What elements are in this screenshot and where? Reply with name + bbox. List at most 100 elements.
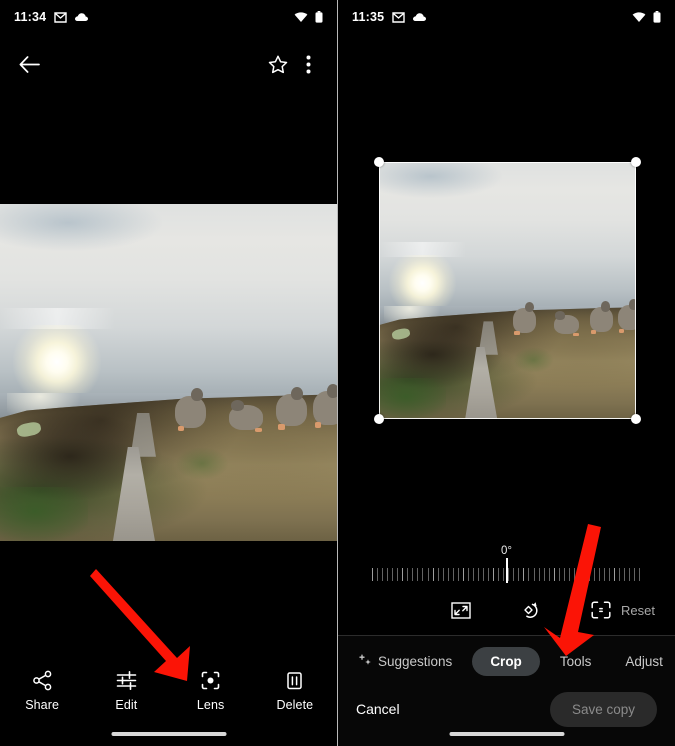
tab-crop[interactable]: Crop [472, 646, 540, 676]
dial-tick [589, 567, 591, 581]
dial-tick [563, 567, 565, 581]
goose-head [327, 383, 337, 398]
photo-sun [389, 254, 457, 312]
goose-beak [591, 330, 597, 335]
dial-tick [382, 567, 384, 581]
delete-label: Delete [276, 698, 314, 712]
share-icon [32, 670, 53, 691]
photo-green-patch [0, 487, 88, 541]
dial-tick [397, 567, 399, 581]
aspect-ratio-icon [451, 601, 471, 619]
lens-button[interactable]: Lens [169, 670, 253, 712]
dial-tick [508, 567, 510, 581]
dial-tick [493, 567, 495, 581]
goose [229, 399, 263, 432]
editor-mode-tabs: Suggestions Crop Tools Adjust [338, 636, 675, 686]
dial-tick [447, 567, 449, 581]
goose-head [191, 387, 204, 402]
status-bar-right: 11:35 [338, 0, 675, 34]
share-label: Share [25, 698, 60, 712]
auto-straighten-button[interactable] [588, 597, 614, 623]
rotate-icon [521, 601, 542, 620]
crop-handle-top-right[interactable] [631, 157, 641, 167]
goose [512, 302, 536, 336]
favorite-button[interactable] [263, 49, 293, 79]
dial-tick [533, 567, 535, 581]
photo-green-patch-2 [175, 446, 230, 481]
crop-handle-top-left[interactable] [374, 157, 384, 167]
goose-head [600, 301, 611, 312]
crop-handle-bottom-left[interactable] [374, 414, 384, 424]
crop-handle-bottom-right[interactable] [631, 414, 641, 424]
back-button[interactable] [14, 49, 44, 79]
share-button[interactable]: Share [0, 670, 84, 712]
cancel-button[interactable]: Cancel [356, 701, 400, 717]
overflow-menu-button[interactable] [293, 49, 323, 79]
rotation-value: 0° [501, 545, 512, 557]
photo-artwork [0, 204, 337, 541]
gmail-icon [392, 11, 405, 23]
dial-tick [483, 567, 485, 581]
home-indicator[interactable] [111, 732, 226, 736]
reset-button[interactable]: Reset [621, 603, 655, 618]
dial-tick [538, 567, 540, 581]
goose-beak [618, 328, 624, 333]
edit-label: Edit [115, 698, 138, 712]
dial-tick [372, 567, 373, 581]
aspect-ratio-button[interactable] [448, 597, 474, 623]
status-time: 11:34 [14, 10, 47, 24]
status-right-icons [294, 11, 323, 23]
dial-tick [467, 567, 469, 581]
dial-tick [513, 567, 515, 581]
dial-tick [462, 567, 464, 581]
goose-head [554, 311, 566, 320]
photo-green-patch-2 [512, 347, 554, 373]
dial-tick [518, 567, 520, 581]
dial-tick [543, 567, 545, 581]
goose-beak [573, 332, 579, 336]
home-indicator[interactable] [449, 732, 564, 736]
lens-icon [200, 670, 221, 691]
edit-button[interactable]: Edit [84, 670, 168, 712]
star-outline-icon [268, 55, 288, 74]
goose-beak [278, 424, 285, 430]
rotate-button[interactable] [518, 597, 544, 623]
tab-crop-label: Crop [490, 653, 522, 669]
save-copy-button[interactable]: Save copy [549, 691, 657, 727]
goose-beak [314, 422, 322, 428]
goose-beak [254, 427, 263, 432]
delete-button[interactable]: Delete [253, 670, 337, 712]
crop-tool-icons [448, 597, 614, 623]
battery-icon [653, 11, 661, 23]
cloud-icon [74, 12, 89, 22]
dial-tick [594, 567, 596, 581]
dial-tick [437, 567, 439, 581]
dial-tick [427, 567, 429, 581]
dial-tick [523, 567, 525, 581]
dial-tick [387, 567, 389, 581]
dial-tick [412, 567, 414, 581]
auto-straighten-icon [591, 601, 611, 619]
right-phone-panel: 11:35 0° Reset Suggestions Crop Tools Ad… [338, 0, 675, 746]
status-right-icons [632, 11, 661, 23]
lens-label: Lens [196, 698, 225, 712]
dial-tick [457, 567, 459, 581]
goose-beak [177, 426, 185, 432]
crop-preview-image [379, 162, 636, 419]
dial-tick [634, 567, 636, 581]
tab-adjust[interactable]: Adjust [611, 648, 675, 675]
dial-tick [442, 567, 444, 581]
tab-tools[interactable]: Tools [546, 648, 606, 675]
crop-area[interactable] [374, 157, 641, 424]
tab-suggestions[interactable]: Suggestions [352, 648, 466, 675]
dial-tick [609, 567, 611, 581]
status-left-icons [54, 11, 89, 23]
dial-tick [503, 567, 505, 581]
photo-viewer[interactable] [0, 204, 337, 541]
rotation-dial[interactable]: 0° [338, 545, 675, 590]
goose-head [628, 298, 636, 310]
crop-tool-bar: Reset [338, 594, 675, 626]
editor-bottom-sheet: Suggestions Crop Tools Adjust Cancel Sav… [338, 635, 675, 746]
goose-head [230, 399, 244, 411]
dial-tick [432, 567, 434, 581]
